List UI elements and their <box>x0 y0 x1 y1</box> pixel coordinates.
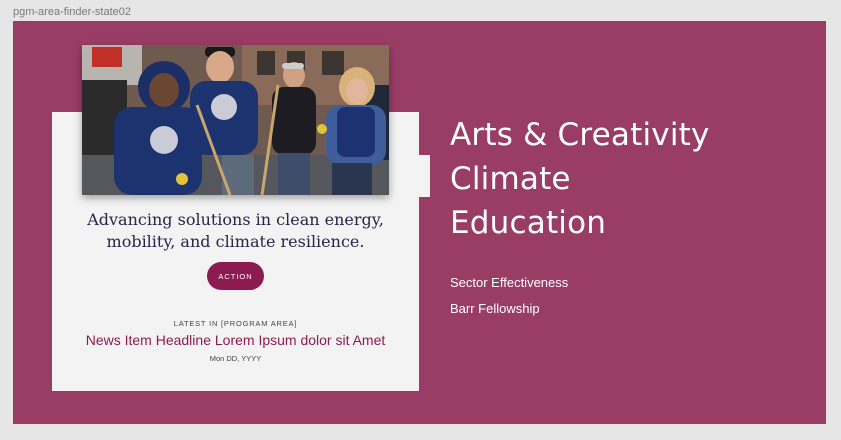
active-tab-connector <box>419 155 430 197</box>
frame-label: pgm-area-finder-state02 <box>13 6 132 18</box>
news-date: Mon DD, YYYY <box>209 354 262 363</box>
action-button[interactable]: ACTION <box>207 262 264 290</box>
program-area-arts[interactable]: Arts & Creativity <box>450 113 710 157</box>
program-area-education[interactable]: Education <box>450 201 710 245</box>
secondary-link-barr-fellowship[interactable]: Barr Fellowship <box>450 296 568 322</box>
secondary-link-sector-effectiveness[interactable]: Sector Effectiveness <box>450 270 568 296</box>
program-area-climate[interactable]: Climate <box>450 157 710 201</box>
program-photo <box>82 45 389 195</box>
news-headline-link[interactable]: News Item Headline Lorem Ipsum dolor sit… <box>52 332 419 348</box>
program-area-list: Arts & Creativity Climate Education <box>450 113 710 245</box>
program-area-finder-panel: Advancing solutions in clean energy, mob… <box>13 21 826 424</box>
secondary-link-list: Sector Effectiveness Barr Fellowship <box>450 270 568 322</box>
latest-in-label: LATEST IN [PROGRAM AREA] <box>173 319 298 328</box>
program-blurb: Advancing solutions in clean energy, mob… <box>87 210 384 251</box>
